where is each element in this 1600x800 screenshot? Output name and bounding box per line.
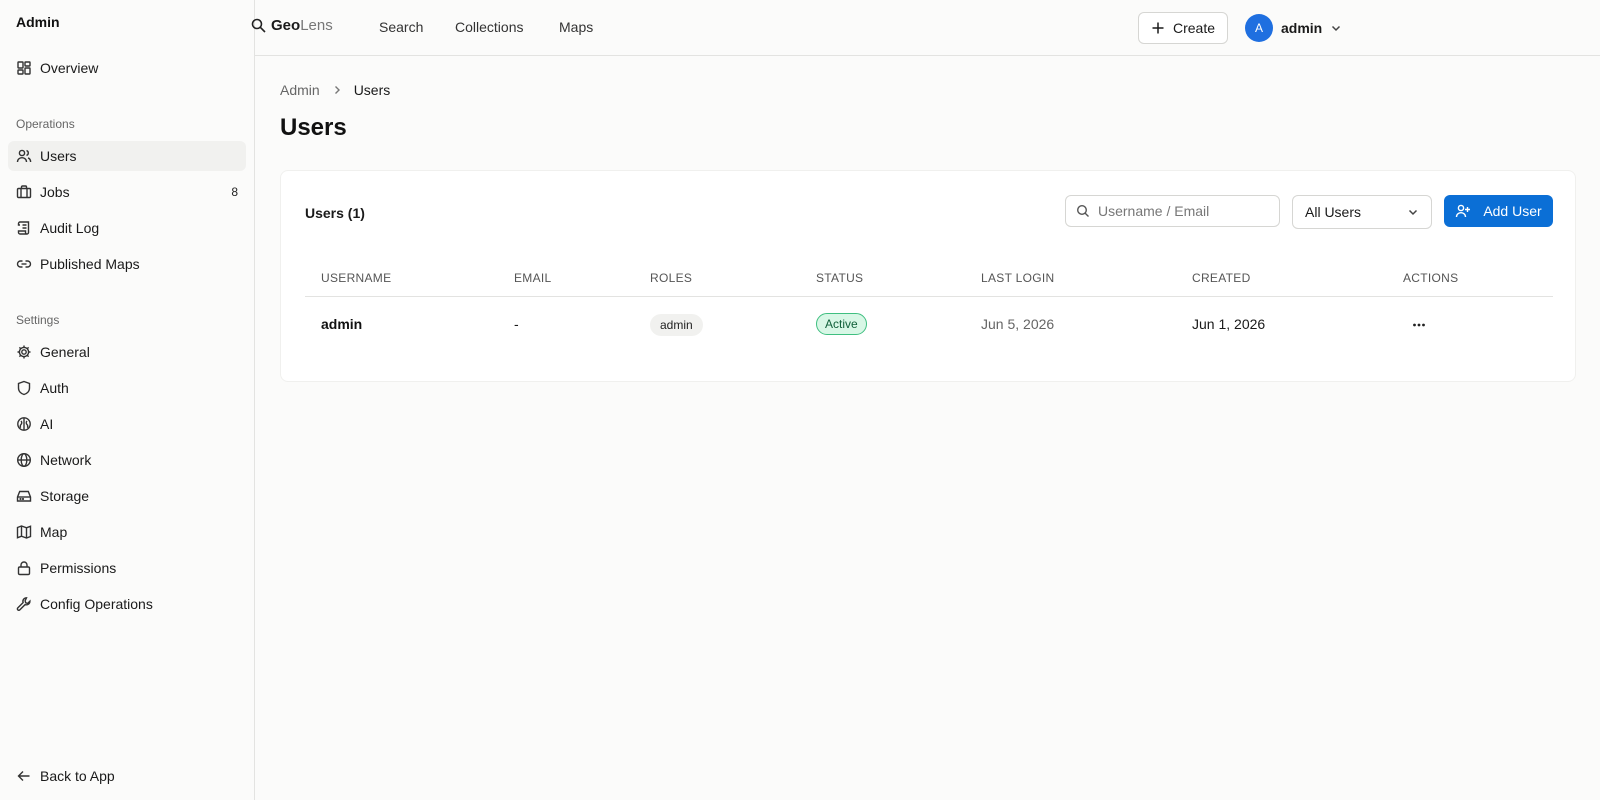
logo-text-lens: Lens xyxy=(300,17,333,34)
column-header-actions: ACTIONS xyxy=(1403,271,1459,285)
chevron-right-icon xyxy=(334,86,340,94)
row-actions-button[interactable] xyxy=(1407,315,1431,335)
wrench-icon xyxy=(16,597,31,611)
chevron-down-icon xyxy=(1332,25,1341,32)
sidebar-item-auth[interactable]: Auth xyxy=(8,373,246,403)
avatar: A xyxy=(1245,14,1273,42)
cell-created: Jun 1, 2026 xyxy=(1192,316,1266,332)
sidebar-item-label: Config Operations xyxy=(40,596,153,612)
sidebar-item-audit-log[interactable]: Audit Log xyxy=(8,213,246,243)
nav-collections[interactable]: Collections xyxy=(455,19,523,35)
globe-icon xyxy=(16,452,32,468)
add-user-label: Add User xyxy=(1483,203,1542,219)
cell-last-login: Jun 5, 2026 xyxy=(981,316,1055,332)
admin-sidebar: Admin Overview Operations Users Jobs 8 A… xyxy=(0,0,255,800)
sidebar-item-label: AI xyxy=(40,416,54,432)
sidebar-item-label: Storage xyxy=(40,488,90,504)
app-logo[interactable]: GeoLens xyxy=(251,17,333,35)
magnifier-logo-icon xyxy=(251,18,266,33)
table-row[interactable]: admin - admin Active Jun 5, 2026 Jun 1, … xyxy=(305,297,1553,353)
sidebar-item-label: Permissions xyxy=(40,560,117,576)
user-plus-icon xyxy=(1456,204,1471,218)
sidebar-item-label: General xyxy=(40,344,90,360)
sidebar-item-label: Published Maps xyxy=(40,256,140,272)
sidebar-item-storage[interactable]: Storage xyxy=(8,481,246,511)
back-to-app-link[interactable]: Back to App xyxy=(8,761,246,791)
column-header-roles[interactable]: ROLES xyxy=(650,271,692,285)
sidebar-item-label: Map xyxy=(40,524,68,540)
sidebar-item-network[interactable]: Network xyxy=(8,445,246,475)
create-button[interactable]: Create xyxy=(1138,12,1228,44)
user-name: admin xyxy=(1281,20,1323,36)
breadcrumb: Admin Users xyxy=(280,82,390,98)
sidebar-item-map[interactable]: Map xyxy=(8,517,246,547)
status-badge: Active xyxy=(816,313,867,335)
sidebar-item-label: Audit Log xyxy=(40,220,100,236)
briefcase-icon xyxy=(16,185,32,199)
search-icon xyxy=(1076,204,1089,217)
user-menu[interactable]: A admin xyxy=(1245,14,1342,42)
search-input[interactable] xyxy=(1098,203,1268,219)
gear-icon xyxy=(17,345,31,359)
users-count-title: Users (1) xyxy=(305,205,365,221)
sidebar-item-users[interactable]: Users xyxy=(8,141,246,171)
breadcrumb-current: Users xyxy=(353,82,391,98)
sidebar-item-label: Network xyxy=(40,452,92,468)
brain-icon xyxy=(17,417,31,431)
column-header-status[interactable]: STATUS xyxy=(816,271,863,285)
column-header-last-login[interactable]: LAST LOGIN xyxy=(981,271,1054,285)
top-bar: GeoLens Search Collections Maps Create A… xyxy=(251,0,1600,56)
user-filter-value: All Users xyxy=(1305,204,1362,220)
breadcrumb-admin[interactable]: Admin xyxy=(280,82,320,98)
table-header-row: USERNAME EMAIL ROLES STATUS LAST LOGIN C… xyxy=(305,261,1553,297)
chevron-down-icon xyxy=(1408,209,1418,216)
nav-maps[interactable]: Maps xyxy=(559,19,593,35)
users-icon xyxy=(16,149,32,163)
user-filter-select[interactable]: All Users xyxy=(1292,195,1432,229)
logo-text-geo: Geo xyxy=(271,17,301,34)
jobs-count-badge: 8 xyxy=(231,185,238,199)
map-icon xyxy=(16,525,32,539)
sidebar-item-overview[interactable]: Overview xyxy=(8,53,246,83)
page-title: Users xyxy=(280,114,347,141)
dashboard-icon xyxy=(17,61,31,75)
role-chip: admin xyxy=(650,314,703,336)
users-card: Users (1) All Users Add User USERNAME EM… xyxy=(280,170,1576,382)
sidebar-item-label: Users xyxy=(40,148,77,164)
link-icon xyxy=(16,260,32,268)
hard-drive-icon xyxy=(16,490,32,502)
sidebar-item-label: Back to App xyxy=(40,768,115,784)
sidebar-section-operations: Operations xyxy=(16,117,75,131)
sidebar-item-jobs[interactable]: Jobs 8 xyxy=(8,177,246,207)
arrow-left-icon xyxy=(17,771,30,781)
plus-icon xyxy=(1152,22,1164,34)
create-button-label: Create xyxy=(1172,20,1216,36)
scroll-icon xyxy=(17,221,30,235)
column-header-created[interactable]: CREATED xyxy=(1192,271,1251,285)
sidebar-item-label: Auth xyxy=(40,380,69,396)
column-header-email[interactable]: EMAIL xyxy=(514,271,552,285)
sidebar-item-permissions[interactable]: Permissions xyxy=(8,553,246,583)
cell-username: admin xyxy=(321,316,363,332)
sidebar-item-label: Jobs xyxy=(40,184,70,200)
add-user-button[interactable]: Add User xyxy=(1444,195,1553,227)
sidebar-item-config-operations[interactable]: Config Operations xyxy=(8,589,246,619)
users-table: USERNAME EMAIL ROLES STATUS LAST LOGIN C… xyxy=(305,261,1553,353)
sidebar-item-ai[interactable]: AI xyxy=(8,409,246,439)
sidebar-title: Admin xyxy=(16,14,60,30)
column-header-username[interactable]: USERNAME xyxy=(321,271,391,285)
sidebar-section-settings: Settings xyxy=(16,313,60,327)
more-horizontal-icon xyxy=(1413,323,1425,327)
search-field[interactable] xyxy=(1065,195,1280,227)
sidebar-item-label: Overview xyxy=(40,60,99,76)
cell-email: - xyxy=(514,316,519,332)
shield-icon xyxy=(17,380,31,396)
lock-icon xyxy=(17,561,31,576)
nav-search[interactable]: Search xyxy=(379,19,423,35)
sidebar-item-published-maps[interactable]: Published Maps xyxy=(8,249,246,279)
sidebar-item-general[interactable]: General xyxy=(8,337,246,367)
